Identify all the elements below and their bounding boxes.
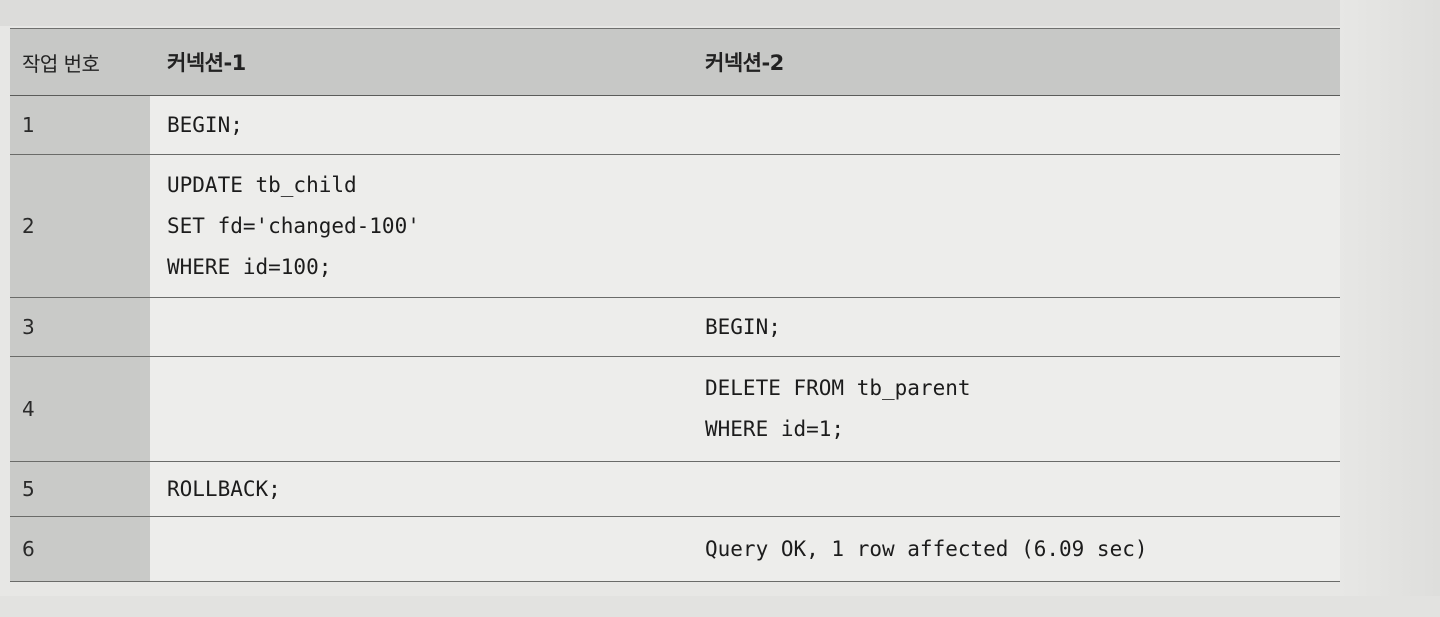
sql-line: UPDATE tb_child bbox=[167, 172, 357, 197]
sql-line: WHERE id=100; bbox=[167, 254, 332, 279]
connection-1-cell: ROLLBACK; bbox=[150, 462, 687, 516]
sql-line: DELETE FROM tb_parent bbox=[705, 376, 971, 400]
sql-line: ROLLBACK; bbox=[167, 476, 281, 501]
connection-2-cell: Query OK, 1 row affected (6.09 sec) bbox=[687, 517, 1340, 581]
connection-1-cell: BEGIN; bbox=[150, 96, 687, 154]
page-background-bottom bbox=[0, 596, 1440, 617]
connection-2-cell bbox=[687, 462, 1340, 516]
connection-2-cell: DELETE FROM tb_parent WHERE id=1; bbox=[687, 357, 1340, 461]
sql-line: BEGIN; bbox=[167, 112, 243, 137]
table-header-row: 작업 번호 커넥션-1 커넥션-2 bbox=[10, 28, 1340, 96]
table-row: 2 UPDATE tb_child SET fd='changed-100' W… bbox=[10, 155, 1340, 298]
header-connection-1: 커넥션-1 bbox=[167, 51, 246, 75]
transaction-table: 작업 번호 커넥션-1 커넥션-2 1 BEGIN; 2 UPDATE tb_c… bbox=[10, 28, 1340, 582]
connection-2-cell: BEGIN; bbox=[687, 298, 1340, 356]
table-row: 3 BEGIN; bbox=[10, 298, 1340, 357]
sql-line: WHERE id=1; bbox=[705, 417, 845, 441]
step-number: 1 bbox=[10, 96, 150, 154]
table-row: 5 ROLLBACK; bbox=[10, 462, 1340, 517]
connection-1-cell bbox=[150, 298, 687, 356]
step-number: 2 bbox=[10, 155, 150, 297]
connection-1-cell bbox=[150, 357, 687, 461]
sql-line: SET fd='changed-100' bbox=[167, 213, 420, 238]
connection-2-cell bbox=[687, 155, 1340, 297]
connection-2-cell bbox=[687, 96, 1340, 154]
step-number: 4 bbox=[10, 357, 150, 461]
step-number: 5 bbox=[10, 462, 150, 516]
sql-line: BEGIN; bbox=[705, 314, 781, 339]
page-background-top bbox=[0, 0, 1440, 26]
connection-1-cell bbox=[150, 517, 687, 581]
table-row: 4 DELETE FROM tb_parent WHERE id=1; bbox=[10, 357, 1340, 462]
header-step-number: 작업 번호 bbox=[22, 51, 100, 76]
page-background-right bbox=[1340, 0, 1440, 617]
table-row: 6 Query OK, 1 row affected (6.09 sec) bbox=[10, 517, 1340, 582]
step-number: 3 bbox=[10, 298, 150, 356]
header-connection-2: 커넥션-2 bbox=[705, 51, 784, 75]
connection-1-cell: UPDATE tb_child SET fd='changed-100' WHE… bbox=[150, 155, 687, 297]
table-row: 1 BEGIN; bbox=[10, 96, 1340, 155]
sql-line: Query OK, 1 row affected (6.09 sec) bbox=[705, 536, 1148, 561]
step-number: 6 bbox=[10, 517, 150, 581]
